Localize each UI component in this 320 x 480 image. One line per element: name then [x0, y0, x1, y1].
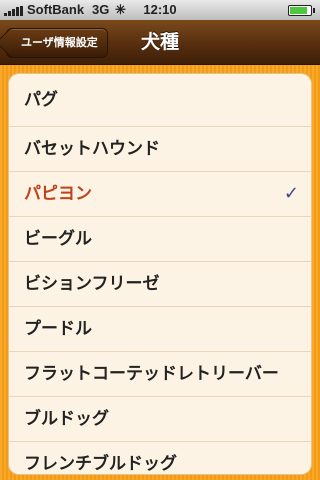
- list-item[interactable]: パグ: [9, 74, 311, 127]
- list-item[interactable]: ブルドッグ: [9, 397, 311, 442]
- battery-icon: [288, 5, 315, 16]
- navigation-bar: ユーザ情報設定 犬種: [0, 20, 320, 65]
- list-item-label: ブルドッグ: [24, 409, 109, 429]
- list-item[interactable]: プードル: [9, 307, 311, 352]
- list-item-selected[interactable]: パピヨン ✓: [9, 172, 311, 217]
- list-item[interactable]: フラットコーテッドレトリーバー: [9, 352, 311, 397]
- list-item-label: フラットコーテッドレトリーバー: [24, 364, 279, 384]
- breed-list: パグ バセットハウンド パピヨン ✓ ビーグル ビションフリーゼ プードル フラ…: [9, 74, 311, 474]
- list-item[interactable]: ビーグル: [9, 217, 311, 262]
- list-item-label: パグ: [24, 90, 58, 110]
- list-item-label: プードル: [24, 319, 92, 339]
- back-button-label: ユーザ情報設定: [21, 36, 98, 49]
- status-bar: SoftBank 3G ✳ 12:10: [0, 0, 320, 20]
- checkmark-icon: ✓: [283, 183, 299, 204]
- list-item[interactable]: バセットハウンド: [9, 127, 311, 172]
- list-item-label: バセットハウンド: [24, 139, 160, 159]
- list-item[interactable]: フレンチブルドッグ: [9, 442, 311, 474]
- list-item[interactable]: ビションフリーゼ: [9, 262, 311, 307]
- list-item-label: フレンチブルドッグ: [24, 454, 177, 474]
- list-item-label: パピヨン: [24, 184, 92, 204]
- list-item-label: ビーグル: [24, 229, 92, 249]
- status-time: 12:10: [143, 2, 177, 17]
- list-item-label: ビションフリーゼ: [24, 274, 160, 294]
